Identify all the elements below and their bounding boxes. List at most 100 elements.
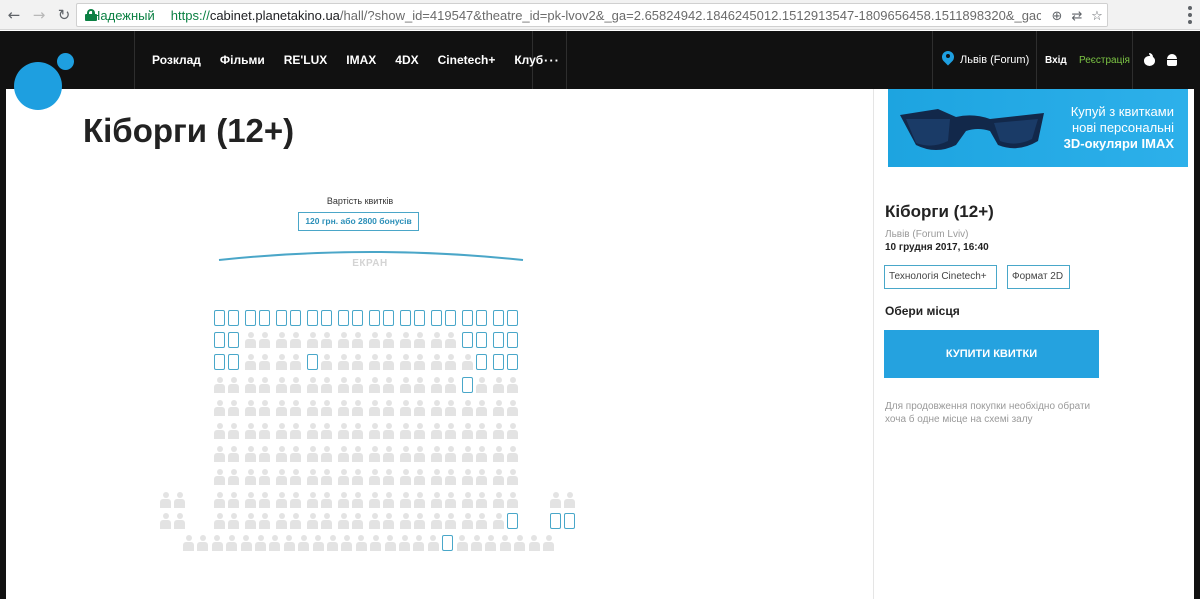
seat-taken xyxy=(352,332,363,348)
seat-free[interactable] xyxy=(414,310,425,326)
seat-free[interactable] xyxy=(493,332,504,348)
seat-taken xyxy=(307,332,318,348)
seat-taken xyxy=(290,513,301,529)
seat-taken xyxy=(276,332,287,348)
seat-taken xyxy=(307,400,318,416)
seat-taken xyxy=(369,423,380,439)
seat-free[interactable] xyxy=(214,310,225,326)
seat-taken xyxy=(383,469,394,485)
seat-taken xyxy=(255,535,266,551)
seat-free[interactable] xyxy=(228,332,239,348)
seat-taken xyxy=(228,377,239,393)
seat-free[interactable] xyxy=(564,513,575,529)
seat-taken xyxy=(369,354,380,370)
seat-free[interactable] xyxy=(507,513,518,529)
seat-taken xyxy=(476,513,487,529)
order-movie-title: Кіборги (12+) xyxy=(885,202,994,221)
seat-free[interactable] xyxy=(493,310,504,326)
promo-banner[interactable]: Купуй з квитками нові персональні 3D-оку… xyxy=(888,89,1188,167)
seat-free[interactable] xyxy=(507,354,518,370)
seat-taken xyxy=(383,423,394,439)
3d-glasses-icon xyxy=(900,109,1044,150)
logo[interactable] xyxy=(14,62,62,110)
format-badge: Формат 2D xyxy=(1007,265,1070,289)
seat-taken xyxy=(476,446,487,462)
seat-free[interactable] xyxy=(259,310,270,326)
seat-taken xyxy=(493,400,504,416)
seat-free[interactable] xyxy=(442,535,454,551)
seat-taken xyxy=(493,446,504,462)
seat-taken xyxy=(427,535,439,551)
seat-free[interactable] xyxy=(214,354,225,370)
seat-taken xyxy=(228,423,239,439)
seat-free[interactable] xyxy=(245,310,256,326)
seat-free[interactable] xyxy=(462,310,473,326)
seat-free[interactable] xyxy=(338,310,349,326)
seat-taken xyxy=(400,354,411,370)
seat-taken xyxy=(462,400,473,416)
seat-taken xyxy=(240,535,252,551)
seat-taken xyxy=(543,535,554,551)
seat-free[interactable] xyxy=(493,354,504,370)
seat-taken xyxy=(276,469,287,485)
seat-free[interactable] xyxy=(462,377,473,393)
seat-free[interactable] xyxy=(321,310,332,326)
seat-taken xyxy=(290,400,301,416)
order-cinema: Львів (Forum Lviv) xyxy=(885,229,969,240)
buy-tickets-button[interactable]: КУПИТИ КВИТКИ xyxy=(884,330,1099,378)
hint-text: Для продовження покупки необхідно обрати… xyxy=(885,401,1091,425)
seat-taken xyxy=(321,400,332,416)
seat-taken xyxy=(352,377,363,393)
seat-taken xyxy=(259,332,270,348)
seat-taken xyxy=(352,469,363,485)
seat-free[interactable] xyxy=(369,310,380,326)
seat-free[interactable] xyxy=(476,310,487,326)
seat-free[interactable] xyxy=(400,310,411,326)
seat-free[interactable] xyxy=(276,310,287,326)
seat-taken xyxy=(276,423,287,439)
seat-free[interactable] xyxy=(307,310,318,326)
seat-taken xyxy=(321,377,332,393)
seat-taken xyxy=(321,446,332,462)
seat-taken xyxy=(338,446,349,462)
seat-taken xyxy=(228,469,239,485)
seat-free[interactable] xyxy=(228,354,239,370)
seat-taken xyxy=(369,469,380,485)
seat-taken xyxy=(259,377,270,393)
seat-taken xyxy=(214,377,225,393)
seat-taken xyxy=(276,354,287,370)
seat-taken xyxy=(414,332,425,348)
seat-free[interactable] xyxy=(352,310,363,326)
seat-taken xyxy=(174,492,185,508)
order-datetime: 10 грудня 2017, 16:40 xyxy=(885,242,989,253)
seat-free[interactable] xyxy=(476,354,487,370)
seat-taken xyxy=(321,469,332,485)
seat-free[interactable] xyxy=(550,513,561,529)
seat-free[interactable] xyxy=(431,310,442,326)
seat-taken xyxy=(283,535,295,551)
seat-free[interactable] xyxy=(214,332,225,348)
seat-free[interactable] xyxy=(445,310,456,326)
seat-free[interactable] xyxy=(476,332,487,348)
seat-free[interactable] xyxy=(383,310,394,326)
seat-taken xyxy=(528,535,540,551)
seat-free[interactable] xyxy=(290,310,301,326)
seat-free[interactable] xyxy=(462,332,473,348)
seat-taken xyxy=(400,446,411,462)
seat-taken xyxy=(259,513,270,529)
seat-taken xyxy=(431,400,442,416)
seat-taken xyxy=(214,492,225,508)
seat-taken xyxy=(276,492,287,508)
seat-taken xyxy=(259,400,270,416)
seat-taken xyxy=(174,513,185,529)
seat-taken xyxy=(476,400,487,416)
seat-taken xyxy=(352,492,363,508)
seat-free[interactable] xyxy=(507,310,518,326)
seat-free[interactable] xyxy=(307,354,318,370)
seat-taken xyxy=(245,377,256,393)
banner-text: Купуй з квитками нові персональні 3D-оку… xyxy=(1063,104,1174,151)
seat-free[interactable] xyxy=(507,332,518,348)
seat-taken xyxy=(341,535,353,551)
seat-free[interactable] xyxy=(228,310,239,326)
seat-taken xyxy=(352,446,363,462)
